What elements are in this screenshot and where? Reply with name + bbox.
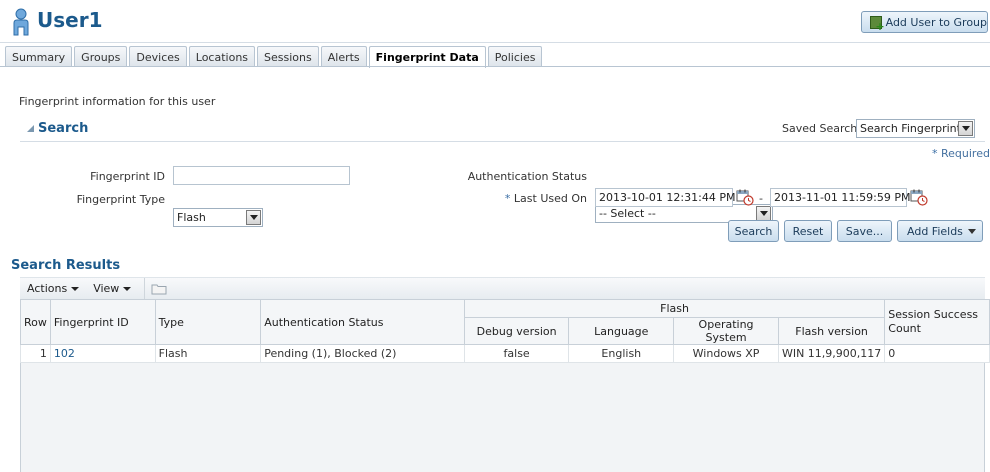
last-used-label: * Last Used On <box>460 192 587 205</box>
results-toolbar: Actions View <box>20 277 985 300</box>
search-section-title: Search <box>38 121 89 136</box>
fingerprint-type-select[interactable]: Flash <box>173 208 263 227</box>
save-search-button[interactable]: Save... <box>837 220 892 242</box>
column-header-type[interactable]: Type <box>154 299 262 345</box>
tab-groups[interactable]: Groups <box>74 46 128 67</box>
folder-icon[interactable] <box>151 283 167 295</box>
add-user-to-group-label: Add User to Group <box>885 15 987 29</box>
user-icon <box>13 8 29 36</box>
column-header-debug-version[interactable]: Debug version <box>463 317 570 345</box>
saved-search-value: Search Fingerprints <box>860 122 967 135</box>
auth-status-label: Authentication Status <box>467 170 587 183</box>
column-group-flash: Flash <box>463 299 886 318</box>
column-header-flash-version[interactable]: Flash version <box>777 317 886 345</box>
add-user-to-group-button[interactable]: Add User to Group <box>861 11 988 33</box>
add-fields-button[interactable]: Add Fields <box>897 220 983 242</box>
view-label: View <box>93 282 120 295</box>
cell-debug-version: false <box>463 344 570 363</box>
required-text: Required <box>941 147 990 160</box>
calendar-icon[interactable] <box>910 188 928 206</box>
toolbar-separator <box>144 277 146 300</box>
cell-fingerprint-id[interactable]: 102 <box>49 344 156 363</box>
chevron-down-icon[interactable] <box>246 210 261 225</box>
chevron-down-icon[interactable] <box>958 121 973 136</box>
collapse-triangle-icon[interactable] <box>27 125 34 132</box>
date-range-separator: - <box>759 192 763 205</box>
tab-fingerprint-data[interactable]: Fingerprint Data <box>368 46 486 68</box>
cell-auth-status: Pending (1), Blocked (2) <box>260 344 465 363</box>
cell-row-number: 1 <box>20 344 51 363</box>
results-table: Row Fingerprint ID Type Authentication S… <box>20 299 990 363</box>
tab-sessions[interactable]: Sessions <box>257 46 319 67</box>
fingerprint-id-input[interactable] <box>173 166 350 185</box>
last-used-to-input[interactable]: 2013-11-01 11:59:59 PM <box>770 188 910 207</box>
view-menu[interactable]: View <box>86 278 138 300</box>
required-note: * Required <box>932 147 990 160</box>
cell-flash-version: WIN 11,9,900,117 <box>777 344 886 363</box>
fingerprint-id-link[interactable]: 102 <box>54 347 75 360</box>
tab-devices[interactable]: Devices <box>129 46 187 67</box>
table-row[interactable]: 1 102 Flash Pending (1), Blocked (2) fal… <box>20 344 990 363</box>
required-star: * <box>504 192 511 205</box>
cell-os: Windows XP <box>673 344 779 363</box>
saved-search-label: Saved Search <box>782 122 858 135</box>
intro-text: Fingerprint information for this user <box>19 95 216 108</box>
actions-label: Actions <box>27 282 68 295</box>
chevron-down-icon <box>123 286 132 291</box>
tab-summary[interactable]: Summary <box>5 46 73 67</box>
auth-status-value: -- Select -- <box>599 207 656 220</box>
column-header-row[interactable]: Row <box>20 299 51 345</box>
column-header-os[interactable]: Operating System <box>673 317 779 345</box>
header-divider <box>0 42 990 43</box>
tab-alerts[interactable]: Alerts <box>320 46 367 67</box>
chevron-down-icon[interactable] <box>756 206 771 221</box>
search-divider <box>20 141 985 142</box>
search-results-title: Search Results <box>11 258 121 273</box>
search-section-header[interactable]: Search <box>27 121 88 136</box>
column-header-language[interactable]: Language <box>568 317 675 345</box>
column-header-fingerprint-id[interactable]: Fingerprint ID <box>49 299 156 345</box>
cell-session-success: 0 <box>884 344 990 363</box>
actions-menu[interactable]: Actions <box>20 278 86 300</box>
fingerprint-id-label: Fingerprint ID <box>90 170 165 183</box>
cell-type: Flash <box>154 344 262 363</box>
tabs-divider <box>0 66 990 67</box>
cell-language: English <box>568 344 675 363</box>
last-used-from-input[interactable]: 2013-10-01 12:31:44 PM <box>595 188 735 207</box>
fingerprint-type-value: Flash <box>177 211 206 224</box>
fingerprint-type-label: Fingerprint Type <box>76 193 165 206</box>
add-fields-label: Add Fields <box>907 224 963 238</box>
page-title: User1 <box>37 8 103 32</box>
reset-button[interactable]: Reset <box>784 220 832 242</box>
column-header-session-success[interactable]: Session Success Count <box>884 299 990 345</box>
saved-search-select[interactable]: Search Fingerprints <box>856 119 975 138</box>
column-header-auth-status[interactable]: Authentication Status <box>260 299 465 345</box>
calendar-icon[interactable] <box>736 188 754 206</box>
required-star: * <box>932 147 938 160</box>
chevron-down-icon <box>71 286 80 291</box>
chevron-down-icon <box>968 229 976 234</box>
last-used-label-text: Last Used On <box>513 192 587 205</box>
add-group-icon <box>870 15 884 33</box>
tab-policies[interactable]: Policies <box>487 46 543 67</box>
tab-locations[interactable]: Locations <box>188 46 256 67</box>
search-button[interactable]: Search <box>728 220 779 242</box>
tab-bar: Summary Groups Devices Locations Session… <box>5 46 543 68</box>
